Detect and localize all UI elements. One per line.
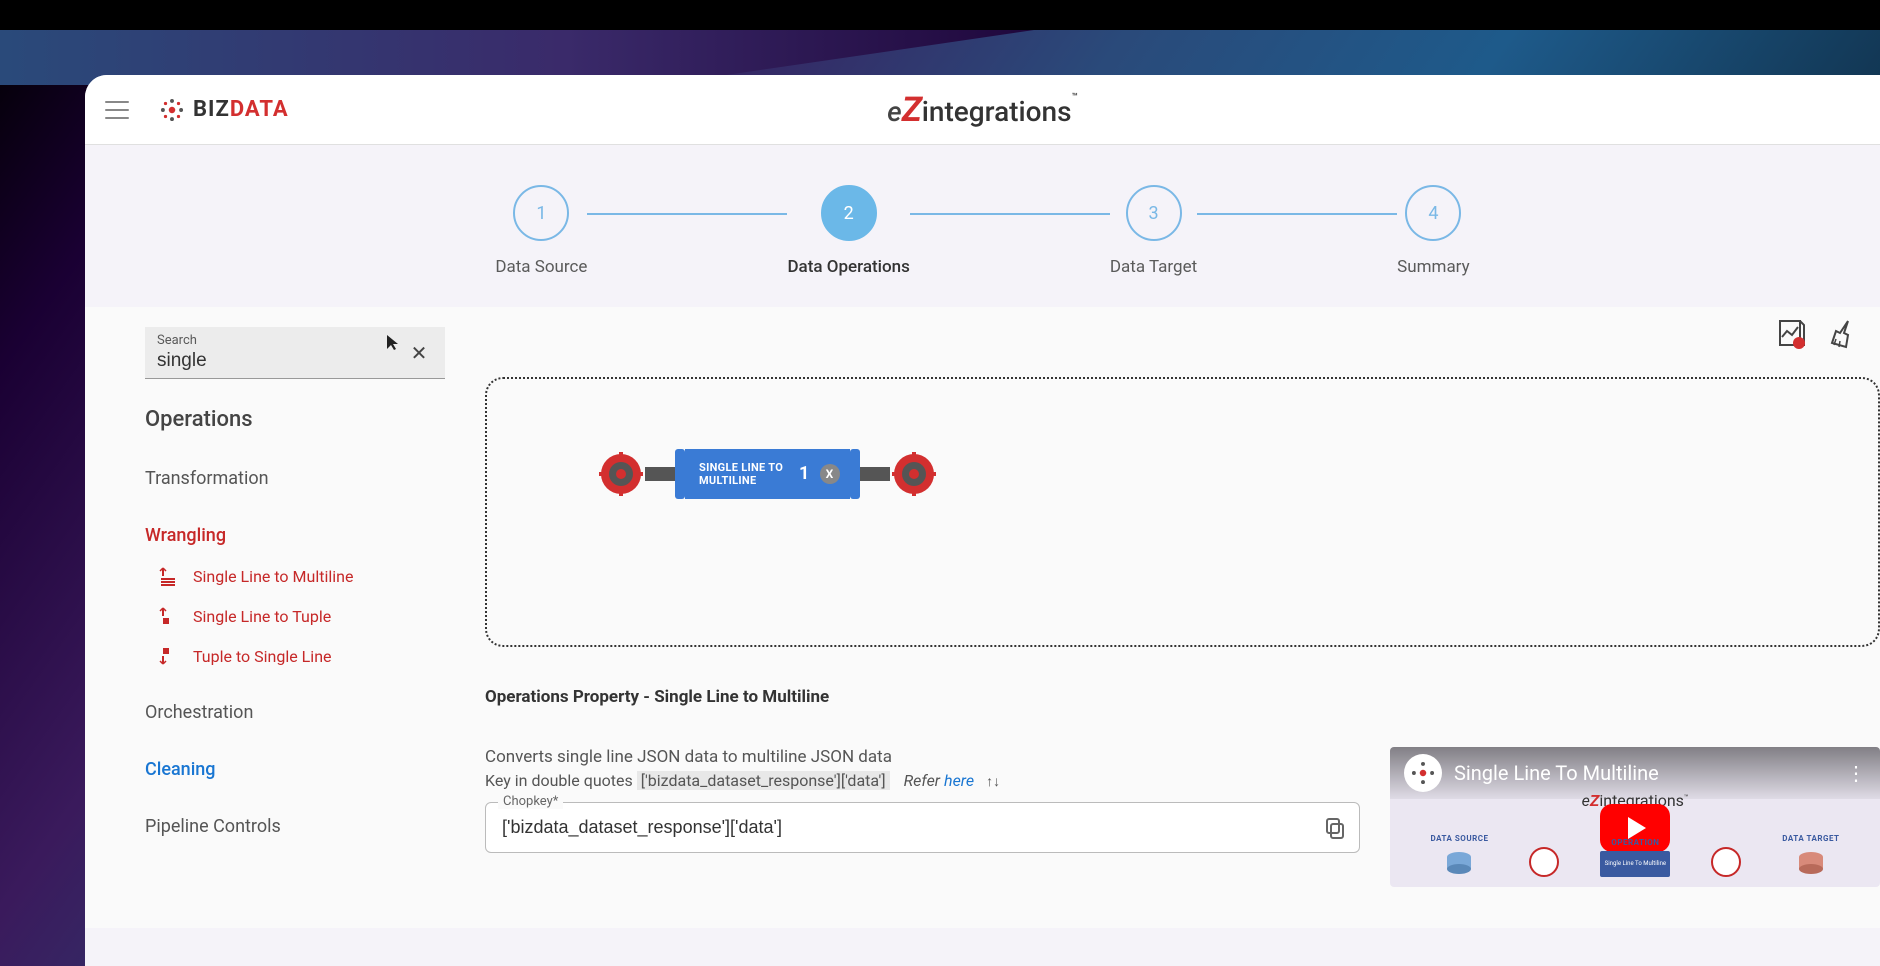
operation-block-index: 1 (799, 463, 810, 485)
step-number: 2 (821, 185, 877, 241)
step-label: Data Operations (787, 257, 909, 277)
category-transformation[interactable]: Transformation (145, 468, 445, 489)
chopkey-field-wrap: Chopkey* (485, 802, 1360, 853)
brand-text-biz: BIZ (193, 97, 230, 122)
properties-panel: Operations Property - Single Line to Mul… (485, 687, 1880, 887)
video-title: Single Line To Multiline (1454, 761, 1834, 785)
op-label: Tuple to Single Line (193, 647, 332, 666)
category-orchestration[interactable]: Orchestration (145, 702, 445, 723)
step-connector (910, 213, 1110, 215)
app-window: BIZDATA eZintegrations™ 1 Data Source 2 … (85, 75, 1880, 966)
brand-text-data: DATA (230, 97, 289, 122)
target-valve-icon[interactable] (890, 450, 938, 498)
chopkey-input[interactable] (502, 817, 1309, 838)
menu-toggle-button[interactable] (105, 101, 129, 119)
tuple-to-line-icon (159, 646, 179, 666)
product-logo: eZintegrations™ (887, 90, 1078, 130)
category-cleaning[interactable]: Cleaning (145, 759, 445, 780)
macos-menubar-region (0, 0, 1880, 30)
properties-title: Operations Property - Single Line to Mul… (485, 687, 1880, 707)
broom-icon[interactable] (1826, 317, 1860, 351)
operation-block-remove-button[interactable]: X (820, 464, 840, 484)
operations-heading: Operations (145, 407, 445, 432)
step-data-target[interactable]: 3 Data Target (1110, 185, 1197, 277)
step-summary[interactable]: 4 Summary (1397, 185, 1469, 277)
source-valve-icon[interactable] (597, 450, 645, 498)
operations-sidebar: Search ✕ Operations Transformation Wrang… (145, 307, 445, 928)
cursor-pointer-icon (385, 333, 401, 351)
video-valve-icon (1529, 847, 1559, 877)
video-target-label: DATA TARGET (1782, 834, 1839, 843)
properties-hint-code: ['bizdata_dataset_response']['data'] (637, 771, 890, 790)
video-channel-avatar (1404, 754, 1442, 792)
video-operation-label: OPERATION (1611, 838, 1659, 847)
category-wrangling[interactable]: Wrangling (145, 525, 445, 546)
multiline-icon (159, 566, 179, 586)
step-label: Data Source (495, 257, 587, 277)
op-label: Single Line to Tuple (193, 607, 331, 626)
step-connector (587, 213, 787, 215)
video-pipeline-graphic: DATA SOURCE OPERATION Single Line To Mul… (1390, 834, 1880, 877)
properties-hint: Key in double quotes ['bizdata_dataset_r… (485, 771, 1360, 790)
video-operation-box: Single Line To Multiline (1600, 851, 1670, 877)
broken-chart-icon[interactable] (1774, 317, 1808, 351)
copy-icon[interactable] (1323, 816, 1347, 840)
video-valve-icon (1711, 847, 1741, 877)
operation-block[interactable]: SINGLE LINE TO MULTILINE 1 X (685, 449, 850, 499)
app-body: 1 Data Source 2 Data Operations 3 Data T… (85, 145, 1880, 966)
swap-icon[interactable]: ↑↓ (986, 773, 1000, 790)
step-data-source[interactable]: 1 Data Source (495, 185, 587, 277)
brand-logo: BIZDATA (159, 97, 289, 123)
video-source-icon (1444, 847, 1474, 877)
main-content: Search ✕ Operations Transformation Wrang… (85, 307, 1880, 928)
category-pipeline-controls[interactable]: Pipeline Controls (145, 816, 445, 837)
flange-left (675, 449, 685, 499)
op-label: Single Line to Multiline (193, 567, 353, 586)
pipeline-row: SINGLE LINE TO MULTILINE 1 X (597, 449, 938, 499)
search-input[interactable] (157, 348, 405, 372)
flange-right (850, 449, 860, 499)
operation-block-label: SINGLE LINE TO MULTILINE (699, 461, 789, 487)
properties-description: Converts single line JSON data to multil… (485, 747, 1360, 767)
chopkey-label: Chopkey* (498, 794, 563, 809)
workspace-toolbar (1774, 317, 1860, 351)
help-video-thumbnail[interactable]: Single Line To Multiline ⋮ eZintegration… (1390, 747, 1880, 887)
search-clear-button[interactable]: ✕ (405, 339, 433, 367)
step-number: 3 (1126, 185, 1182, 241)
tuple-icon (159, 606, 179, 626)
logo-icon (159, 97, 185, 123)
step-number: 4 (1405, 185, 1461, 241)
app-header: BIZDATA eZintegrations™ (85, 75, 1880, 145)
workspace: SINGLE LINE TO MULTILINE 1 X (485, 307, 1880, 928)
wizard-stepper: 1 Data Source 2 Data Operations 3 Data T… (85, 145, 1880, 307)
pipeline-canvas[interactable]: SINGLE LINE TO MULTILINE 1 X (485, 377, 1880, 647)
video-source-label: DATA SOURCE (1430, 834, 1488, 843)
op-single-line-to-multiline[interactable]: Single Line to Multiline (145, 566, 445, 586)
pipe-segment (860, 467, 890, 481)
video-target-icon (1796, 847, 1826, 877)
step-connector (1197, 213, 1397, 215)
step-label: Data Target (1110, 257, 1197, 277)
search-field-wrap: Search ✕ (145, 327, 445, 379)
video-menu-icon[interactable]: ⋮ (1846, 761, 1866, 785)
refer-here-link[interactable]: here (944, 771, 974, 790)
op-single-line-to-tuple[interactable]: Single Line to Tuple (145, 606, 445, 626)
step-data-operations[interactable]: 2 Data Operations (787, 185, 909, 277)
step-number: 1 (513, 185, 569, 241)
step-label: Summary (1397, 257, 1469, 277)
search-label: Search (157, 333, 405, 348)
pipe-segment (645, 467, 675, 481)
op-tuple-to-single-line[interactable]: Tuple to Single Line (145, 646, 445, 666)
